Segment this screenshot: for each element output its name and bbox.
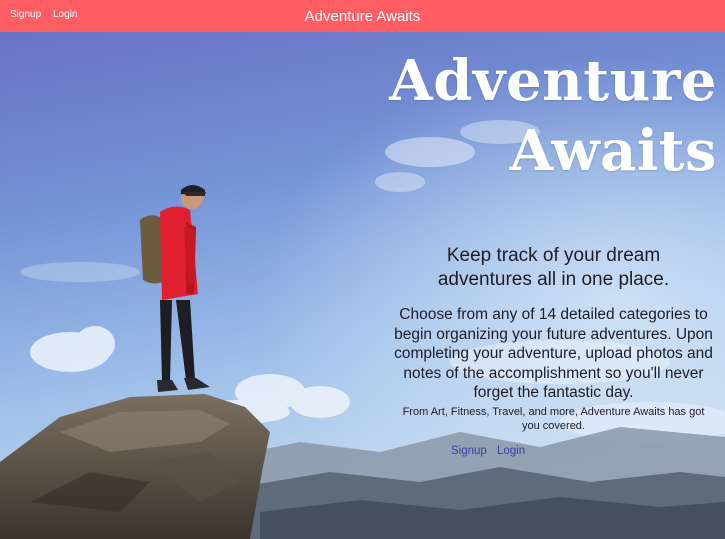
subtext-line: you covered.: [522, 420, 585, 432]
hero-section: Adventure Awaits Keep track of your drea…: [0, 32, 725, 539]
tagline-line-2: adventures all in one place.: [437, 269, 670, 290]
hero-title-line-1: Adventure: [389, 48, 717, 114]
description-line: notes of the accomplishment so you'll ne…: [403, 364, 704, 382]
hero-signup-link[interactable]: Signup: [451, 445, 487, 457]
hero-title-line-2: Awaits: [509, 118, 717, 184]
description-line: completing your adventure, upload photos…: [394, 345, 713, 362]
hero-title: Adventure Awaits: [317, 46, 717, 186]
hero-subtext: From Art, Fitness, Travel, and more, Adv…: [382, 405, 725, 433]
description-line: forget the fantastic day.: [473, 384, 634, 401]
hero-description: Choose from any of 14 detailed categorie…: [382, 305, 725, 403]
description-line: Choose from any of 14 detailed categorie…: [399, 306, 708, 323]
brand-title[interactable]: Adventure Awaits: [0, 8, 725, 25]
subtext-line: From Art, Fitness, Travel, and more, Adv…: [402, 406, 705, 418]
hero-tagline: Keep track of your dream adventures all …: [382, 244, 725, 292]
description-line: begin organizing your future adventures.…: [394, 325, 713, 343]
hero-login-link[interactable]: Login: [497, 445, 525, 457]
tagline-line-1: Keep track of your dream: [446, 245, 661, 266]
navbar: Signup Login Adventure Awaits: [0, 0, 725, 32]
